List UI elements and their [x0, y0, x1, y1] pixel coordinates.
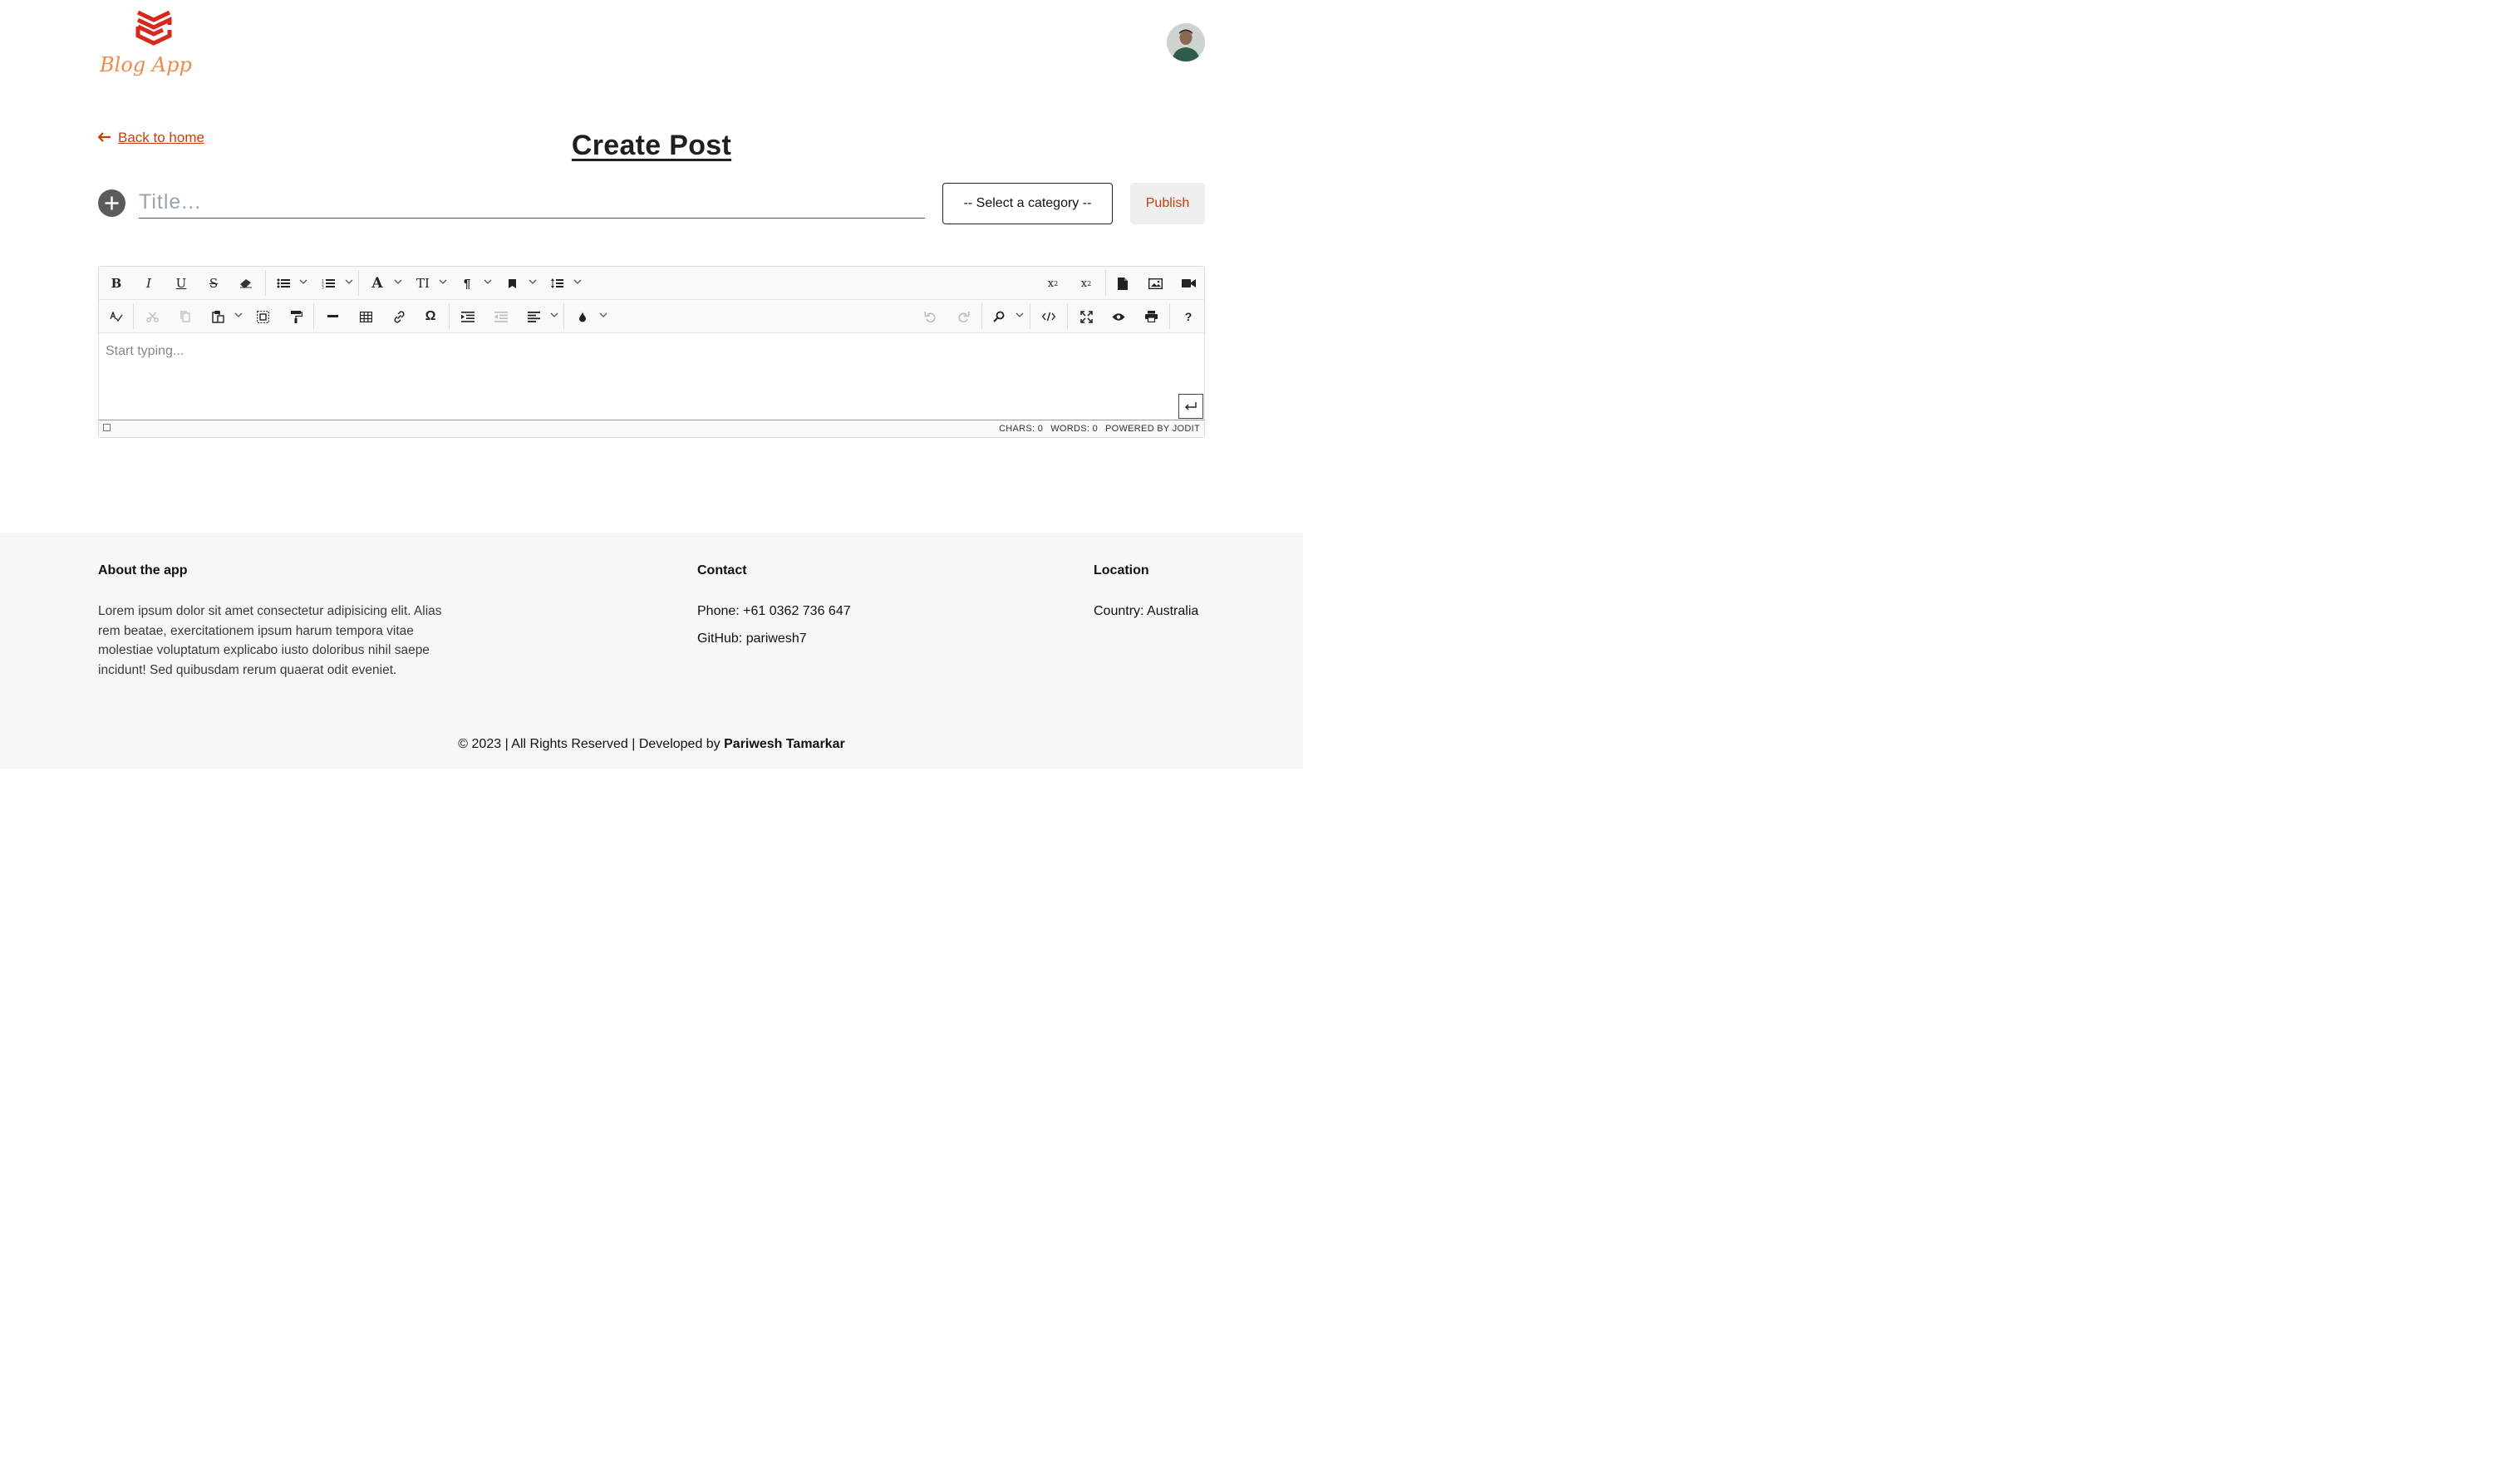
logo[interactable]: Blog App: [98, 8, 208, 80]
add-media-button[interactable]: [98, 189, 125, 217]
enter-key-button[interactable]: [1178, 394, 1203, 419]
paste-icon[interactable]: [210, 307, 225, 326]
underline-icon[interactable]: U: [175, 274, 188, 292]
editor-placeholder: Start typing...: [106, 344, 184, 358]
page-title: Create Post: [571, 130, 732, 161]
toolbar-separator: [449, 303, 450, 329]
outdent-icon[interactable]: [494, 307, 509, 326]
editor-content-area[interactable]: Start typing...: [99, 333, 1204, 420]
developer-name: Pariwesh Tamarkar: [724, 737, 845, 751]
font-size-icon[interactable]: TI: [415, 274, 431, 292]
numbered-list-icon[interactable]: 123: [321, 274, 336, 292]
link-icon[interactable]: [391, 307, 406, 326]
print-icon[interactable]: [1143, 307, 1158, 326]
brush-icon[interactable]: [577, 307, 588, 326]
strikethrough-icon[interactable]: S: [207, 274, 220, 292]
italic-icon[interactable]: I: [142, 274, 155, 292]
chevron-down-icon[interactable]: [345, 278, 353, 287]
toolbar-separator: [1169, 303, 1170, 329]
enter-icon: [1185, 402, 1197, 410]
editor-toolbar-row-1: B I U S 123 A TI ¶ x 2 x 2: [99, 267, 1204, 300]
copy-format-icon[interactable]: [288, 307, 303, 326]
footer-phone: Phone: +61 0362 736 647: [697, 604, 851, 618]
preview-eye-icon[interactable]: [1111, 307, 1126, 326]
bold-icon[interactable]: B: [110, 274, 123, 292]
font-icon[interactable]: A: [371, 274, 384, 292]
chevron-down-icon[interactable]: [1016, 312, 1024, 320]
undo-icon[interactable]: [922, 307, 937, 326]
chevron-down-icon[interactable]: [550, 312, 558, 320]
toolbar-separator: [981, 303, 982, 329]
source-code-icon[interactable]: [1041, 307, 1056, 326]
footer-contact-heading: Contact: [697, 563, 747, 577]
toolbar-separator: [358, 270, 359, 296]
stacked-layers-icon: Blog App: [99, 10, 192, 76]
title-input[interactable]: [139, 186, 925, 219]
spellcheck-icon[interactable]: [109, 307, 124, 326]
chevron-down-icon[interactable]: [599, 312, 607, 320]
horizontal-rule-icon[interactable]: [326, 307, 339, 326]
bulleted-list-icon[interactable]: [276, 274, 291, 292]
chevron-down-icon[interactable]: [484, 278, 492, 287]
toolbar-separator: [313, 303, 314, 329]
toolbar-separator: [1105, 270, 1106, 296]
chevron-down-icon[interactable]: [529, 278, 537, 287]
editor-statusbar: CHARS: 0 WORDS: 0 POWERED BY JODIT: [99, 420, 1204, 437]
eraser-icon[interactable]: [239, 274, 253, 292]
avatar[interactable]: [1167, 23, 1205, 61]
superscript-icon[interactable]: x2: [1046, 274, 1060, 292]
resize-handle-icon[interactable]: [103, 424, 111, 431]
chevron-down-icon[interactable]: [439, 278, 447, 287]
toolbar-separator: [1067, 303, 1068, 329]
copyright-text: © 2023 | All Rights Reserved | Developed…: [458, 737, 725, 751]
copyright: © 2023 | All Rights Reserved | Developed…: [0, 737, 1303, 752]
image-icon[interactable]: [1148, 274, 1163, 292]
help-icon[interactable]: ?: [1183, 307, 1194, 326]
table-icon[interactable]: [358, 307, 373, 326]
category-select-value: -- Select a category --: [963, 196, 1092, 210]
footer-about-heading: About the app: [98, 563, 188, 577]
word-count: WORDS: 0: [1050, 424, 1098, 434]
plus-icon: [105, 196, 119, 210]
footer: About the app Lorem ipsum dolor sit amet…: [0, 533, 1303, 769]
classes-icon[interactable]: [506, 274, 518, 292]
toolbar-separator: [133, 303, 134, 329]
user-avatar-icon: [1167, 23, 1205, 61]
editor-toolbar-row-2: Ω ?: [99, 300, 1204, 333]
select-all-icon[interactable]: [255, 307, 270, 326]
svg-text:3: 3: [322, 285, 324, 289]
search-icon[interactable]: [992, 307, 1006, 326]
line-height-icon[interactable]: [550, 274, 563, 292]
fullscreen-icon[interactable]: [1079, 307, 1094, 326]
toolbar-separator: [265, 270, 266, 296]
char-count: CHARS: 0: [999, 424, 1044, 434]
subscript-icon[interactable]: x2: [1079, 274, 1093, 292]
paragraph-icon[interactable]: ¶: [461, 274, 473, 292]
chevron-down-icon[interactable]: [234, 312, 243, 320]
cut-icon[interactable]: [145, 307, 159, 326]
align-icon[interactable]: [526, 307, 541, 326]
indent-icon[interactable]: [460, 307, 475, 326]
rich-text-editor: B I U S 123 A TI ¶ x 2 x 2 Ω ? Start typ…: [98, 266, 1205, 438]
file-icon[interactable]: [1116, 274, 1129, 292]
footer-about-text: Lorem ipsum dolor sit amet consectetur a…: [98, 604, 442, 677]
footer-github[interactable]: GitHub: pariwesh7: [697, 631, 807, 646]
toolbar-separator: [563, 303, 564, 329]
category-select[interactable]: -- Select a category --: [942, 183, 1113, 224]
footer-location-heading: Location: [1094, 563, 1149, 577]
footer-country: Country: Australia: [1094, 604, 1199, 618]
chevron-down-icon[interactable]: [299, 278, 307, 287]
publish-button[interactable]: Publish: [1130, 183, 1205, 224]
special-char-icon[interactable]: Ω: [424, 307, 437, 326]
chevron-down-icon[interactable]: [573, 278, 582, 287]
logo-text: Blog App: [99, 53, 192, 76]
chevron-down-icon[interactable]: [394, 278, 402, 287]
redo-icon[interactable]: [956, 307, 971, 326]
powered-by-jodit-link[interactable]: POWERED BY JODIT: [1105, 424, 1200, 434]
video-icon[interactable]: [1181, 274, 1196, 292]
copy-icon[interactable]: [179, 307, 192, 326]
